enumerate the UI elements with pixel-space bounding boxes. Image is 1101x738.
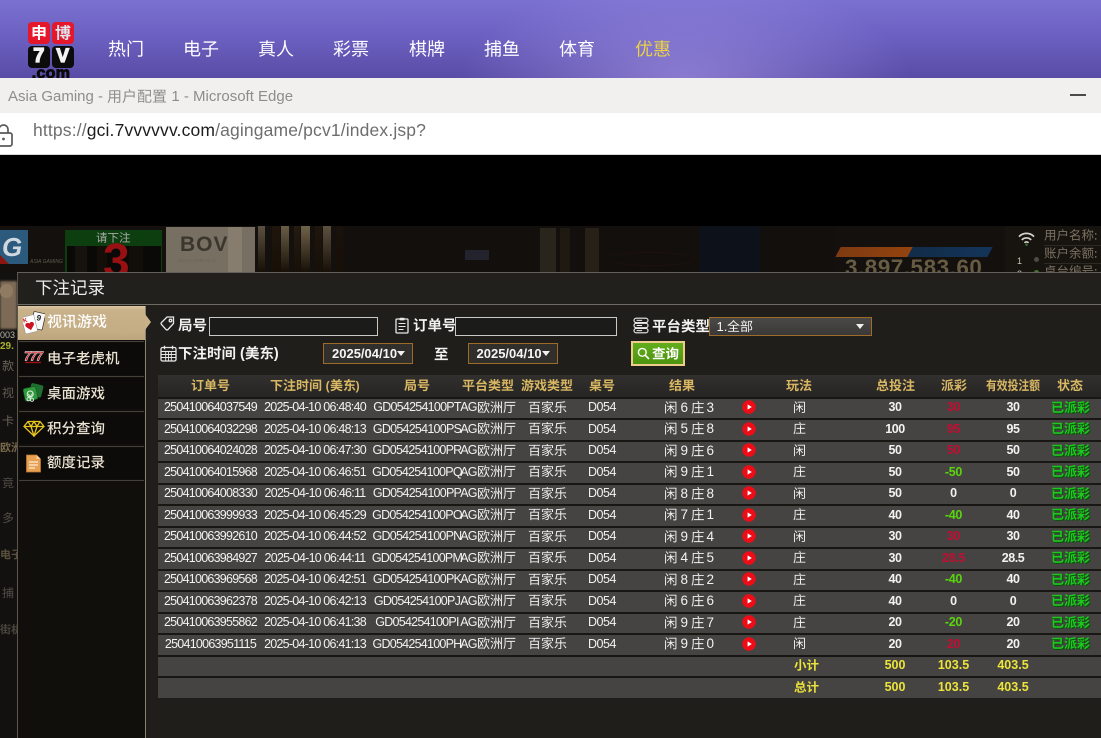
svg-text:7: 7: [36, 350, 44, 364]
